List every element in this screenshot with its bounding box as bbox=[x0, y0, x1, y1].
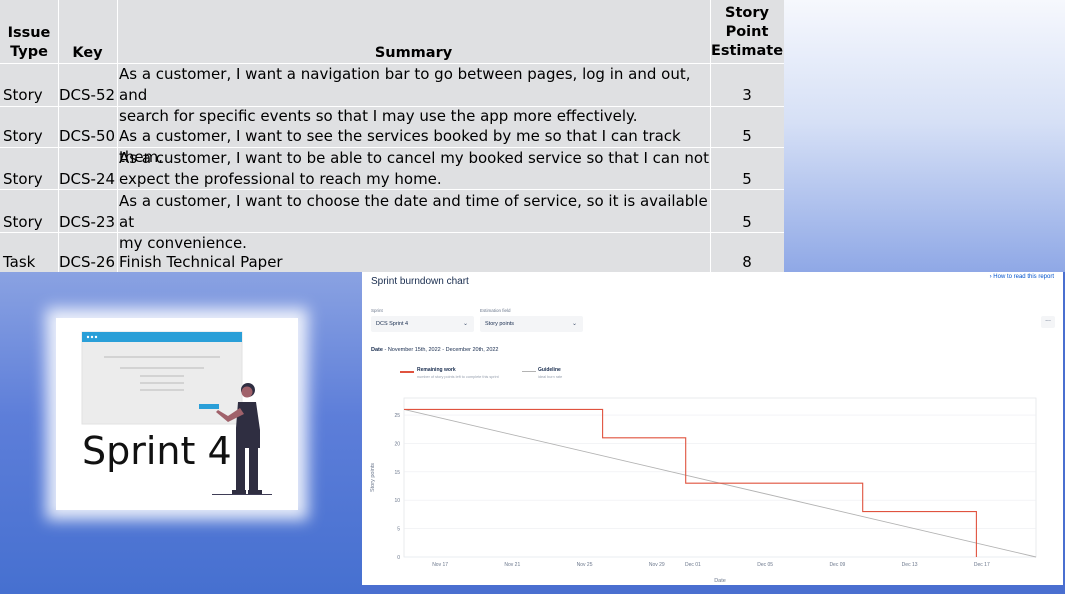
y-axis-label: Story points bbox=[370, 463, 376, 492]
x-tick-label: Dec 09 bbox=[829, 562, 845, 568]
window-dot-icon bbox=[94, 335, 98, 339]
row-points: 8 bbox=[742, 253, 752, 271]
row-key: DCS-52 bbox=[59, 86, 116, 104]
summary-line: As a customer, I want to be able to canc… bbox=[119, 149, 709, 167]
header-key: Key bbox=[72, 45, 103, 61]
x-axis-label: Date bbox=[714, 578, 726, 584]
y-tick-label: 10 bbox=[394, 498, 400, 504]
x-tick-label: Dec 17 bbox=[974, 562, 990, 568]
row-issue-type: Story bbox=[3, 86, 43, 104]
row-issue-type: Task bbox=[3, 253, 36, 271]
row-key: DCS-26 bbox=[59, 253, 116, 271]
screen-text-line bbox=[120, 367, 204, 369]
row-key: DCS-23 bbox=[59, 213, 116, 231]
screen-header-bar bbox=[82, 332, 242, 342]
screen-button-shape bbox=[199, 404, 219, 409]
row-key: DCS-50 bbox=[59, 127, 116, 145]
issue-table: Issue Type Key Summary Story Point Estim… bbox=[0, 0, 784, 272]
summary-line: my convenience. bbox=[119, 234, 247, 252]
row-summary: As a customer, I want to choose the date… bbox=[119, 191, 709, 254]
header-issue-type: Issue Type bbox=[0, 24, 58, 62]
screen-text-line bbox=[140, 375, 184, 377]
x-tick-label: Dec 05 bbox=[757, 562, 773, 568]
screen-text-line bbox=[140, 389, 184, 391]
x-tick-label: Nov 21 bbox=[504, 562, 520, 568]
summary-line: search for specific events so that I may… bbox=[119, 107, 638, 125]
x-tick-label: Nov 25 bbox=[577, 562, 593, 568]
row-key: DCS-24 bbox=[59, 170, 116, 188]
y-tick-label: 5 bbox=[397, 527, 400, 533]
x-tick-label: Nov 17 bbox=[432, 562, 448, 568]
window-dot-icon bbox=[90, 335, 94, 339]
header-estimate-line: Point bbox=[725, 24, 769, 40]
x-tick-label: Nov 29 bbox=[649, 562, 665, 568]
slide-title: Sprint 4 bbox=[82, 429, 232, 473]
x-tick-label: Dec 13 bbox=[902, 562, 918, 568]
row-issue-type: Story bbox=[3, 127, 43, 145]
y-tick-label: 15 bbox=[394, 470, 400, 476]
row-summary: As a customer, I want a navigation bar t… bbox=[119, 64, 709, 127]
y-tick-label: 25 bbox=[394, 413, 400, 419]
summary-line: As a customer, I want to choose the date… bbox=[119, 192, 708, 231]
row-points: 5 bbox=[742, 170, 752, 188]
row-summary: Finish Technical Paper bbox=[119, 252, 709, 273]
screen-text-line bbox=[104, 356, 220, 358]
header-issue-type-line: Type bbox=[10, 44, 48, 60]
sprint-card bbox=[56, 318, 298, 510]
y-tick-label: 0 bbox=[397, 555, 400, 561]
header-estimate-line: Story bbox=[725, 5, 769, 21]
floor-line bbox=[212, 494, 272, 495]
y-tick-label: 20 bbox=[394, 441, 400, 447]
summary-line: Finish Technical Paper bbox=[119, 253, 283, 271]
row-summary: As a customer, I want to be able to canc… bbox=[119, 148, 709, 190]
header-issue-type-line: Issue bbox=[7, 25, 51, 41]
slide-background-bottom bbox=[360, 585, 1065, 594]
header-story-points: Story Point Estimate bbox=[710, 4, 784, 61]
window-dot-icon bbox=[86, 335, 90, 339]
screen-text-line bbox=[140, 382, 184, 384]
summary-line: As a customer, I want a navigation bar t… bbox=[119, 65, 691, 104]
burndown-chart: 0 5 10 15 20 25 Nov 17 Nov 21 Nov 25 Nov 29 Dec 0… bbox=[370, 397, 1037, 584]
row-issue-type: Story bbox=[3, 213, 43, 231]
slide-background-right bbox=[784, 0, 1065, 272]
summary-line: expect the professional to reach my home… bbox=[119, 170, 442, 188]
header-summary: Summary bbox=[374, 45, 453, 61]
burndown-report: Sprint burndown chart › How to read this… bbox=[362, 272, 1063, 585]
x-tick-label: Dec 01 bbox=[685, 562, 701, 568]
row-points: 5 bbox=[742, 213, 752, 231]
row-issue-type: Story bbox=[3, 170, 43, 188]
presentation-illustration bbox=[81, 331, 272, 495]
row-points: 3 bbox=[742, 86, 752, 104]
header-estimate-line: Estimate bbox=[710, 43, 784, 59]
row-points: 5 bbox=[742, 127, 752, 145]
plot-area bbox=[403, 397, 1037, 558]
